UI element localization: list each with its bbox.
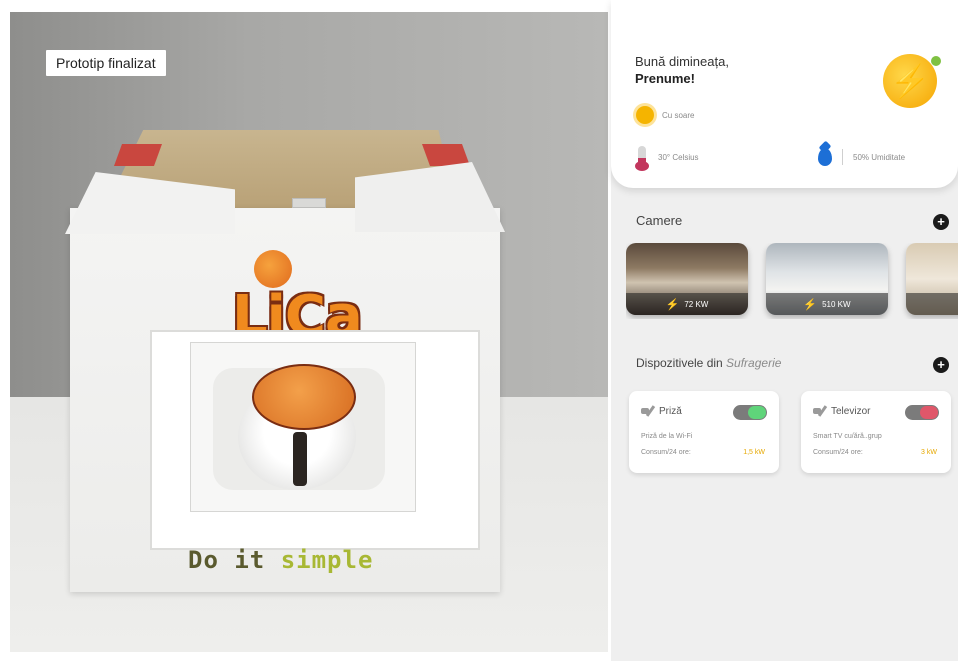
rooms-carousel[interactable]: ⚡ 72 KW ⚡ 510 KW ⚡ — [626, 243, 958, 319]
humidity-text: 50% Umiditate — [853, 152, 906, 162]
prototype-label: Prototip finalizat — [46, 50, 166, 76]
devices-room-link[interactable]: Sufragerie — [726, 356, 781, 370]
room-power-text: 510 KW — [822, 299, 851, 309]
rooms-title: Camere — [636, 213, 683, 228]
greeting-text: Bună dimineața, — [635, 54, 729, 69]
lica-logo-sun-icon — [254, 250, 292, 288]
room-card[interactable]: ⚡ 510 KW — [766, 243, 888, 315]
device-description: Priză de la Wi-Fi — [641, 433, 693, 440]
device-header: Priză — [641, 405, 682, 417]
slogan: Do it simple — [188, 546, 373, 574]
devices-title: Dispozitivele din Sufragerie — [636, 356, 781, 370]
device-consumption-value: 1,5 kW — [743, 449, 765, 456]
room-power-bar: ⚡ — [906, 293, 958, 315]
device-toggle-off[interactable] — [905, 405, 939, 420]
plug-icon — [813, 405, 825, 417]
device-consumption-label: Consum/24 ore: — [813, 449, 863, 456]
slogan-prefix: Do it — [188, 546, 281, 574]
socket-logo-badge-icon — [252, 364, 356, 430]
humidity-divider — [842, 149, 843, 165]
room-power-bar: ⚡ 72 KW — [626, 293, 748, 315]
plug-cable — [293, 432, 307, 486]
room-power-bar: ⚡ 510 KW — [766, 293, 888, 315]
humidity-row: 50% Umiditate — [818, 148, 905, 166]
usb-port — [292, 198, 326, 208]
room-card[interactable]: ⚡ 72 KW — [626, 243, 748, 315]
thermometer-icon — [635, 146, 649, 171]
weather-row: Cu soare — [636, 106, 694, 124]
add-device-button[interactable]: + — [933, 357, 949, 373]
device-card-outlet[interactable]: Priză Priză de la Wi-Fi Consum/24 ore: 1… — [629, 391, 779, 473]
temperature-row: 30° Celsius — [635, 146, 699, 171]
add-room-button[interactable]: + — [933, 214, 949, 230]
brand-bolt-icon[interactable]: ⚡ — [883, 54, 941, 108]
sun-icon — [636, 106, 654, 124]
bolt-icon: ⚡ — [665, 298, 680, 311]
device-description: Smart TV cu/ără..grup — [813, 433, 882, 440]
device-consumption-value: 3 kW — [921, 449, 937, 456]
slogan-highlight: simple — [280, 546, 374, 574]
box-tape-left — [113, 144, 163, 166]
device-name: Televizor — [831, 405, 871, 417]
header-card: Bună dimineața, Prenume! ⚡ Cu soare 30° … — [611, 0, 958, 188]
bolt-icon: ⚡ — [803, 298, 818, 311]
plug-icon — [641, 405, 653, 417]
username-text: Prenume! — [635, 71, 695, 86]
temperature-text: 30° Celsius — [658, 152, 699, 162]
water-drop-icon — [818, 148, 832, 166]
device-card-tv[interactable]: Televizor Smart TV cu/ără..grup Consum/2… — [801, 391, 951, 473]
devices-title-prefix: Dispozitivele din — [636, 356, 727, 370]
box-tape-right — [421, 144, 471, 166]
app-screen: Bună dimineața, Prenume! ⚡ Cu soare 30° … — [611, 0, 958, 661]
device-toggle-on[interactable] — [733, 405, 767, 420]
device-consumption-label: Consum/24 ore: — [641, 449, 691, 456]
product-photo: LiCa Do it simple Prototip finalizat — [10, 12, 608, 652]
room-card[interactable]: ⚡ — [906, 243, 958, 315]
device-header: Televizor — [813, 405, 870, 417]
weather-text: Cu soare — [662, 110, 695, 120]
device-name: Priză — [659, 405, 682, 417]
room-power-text: 72 KW — [684, 299, 709, 309]
